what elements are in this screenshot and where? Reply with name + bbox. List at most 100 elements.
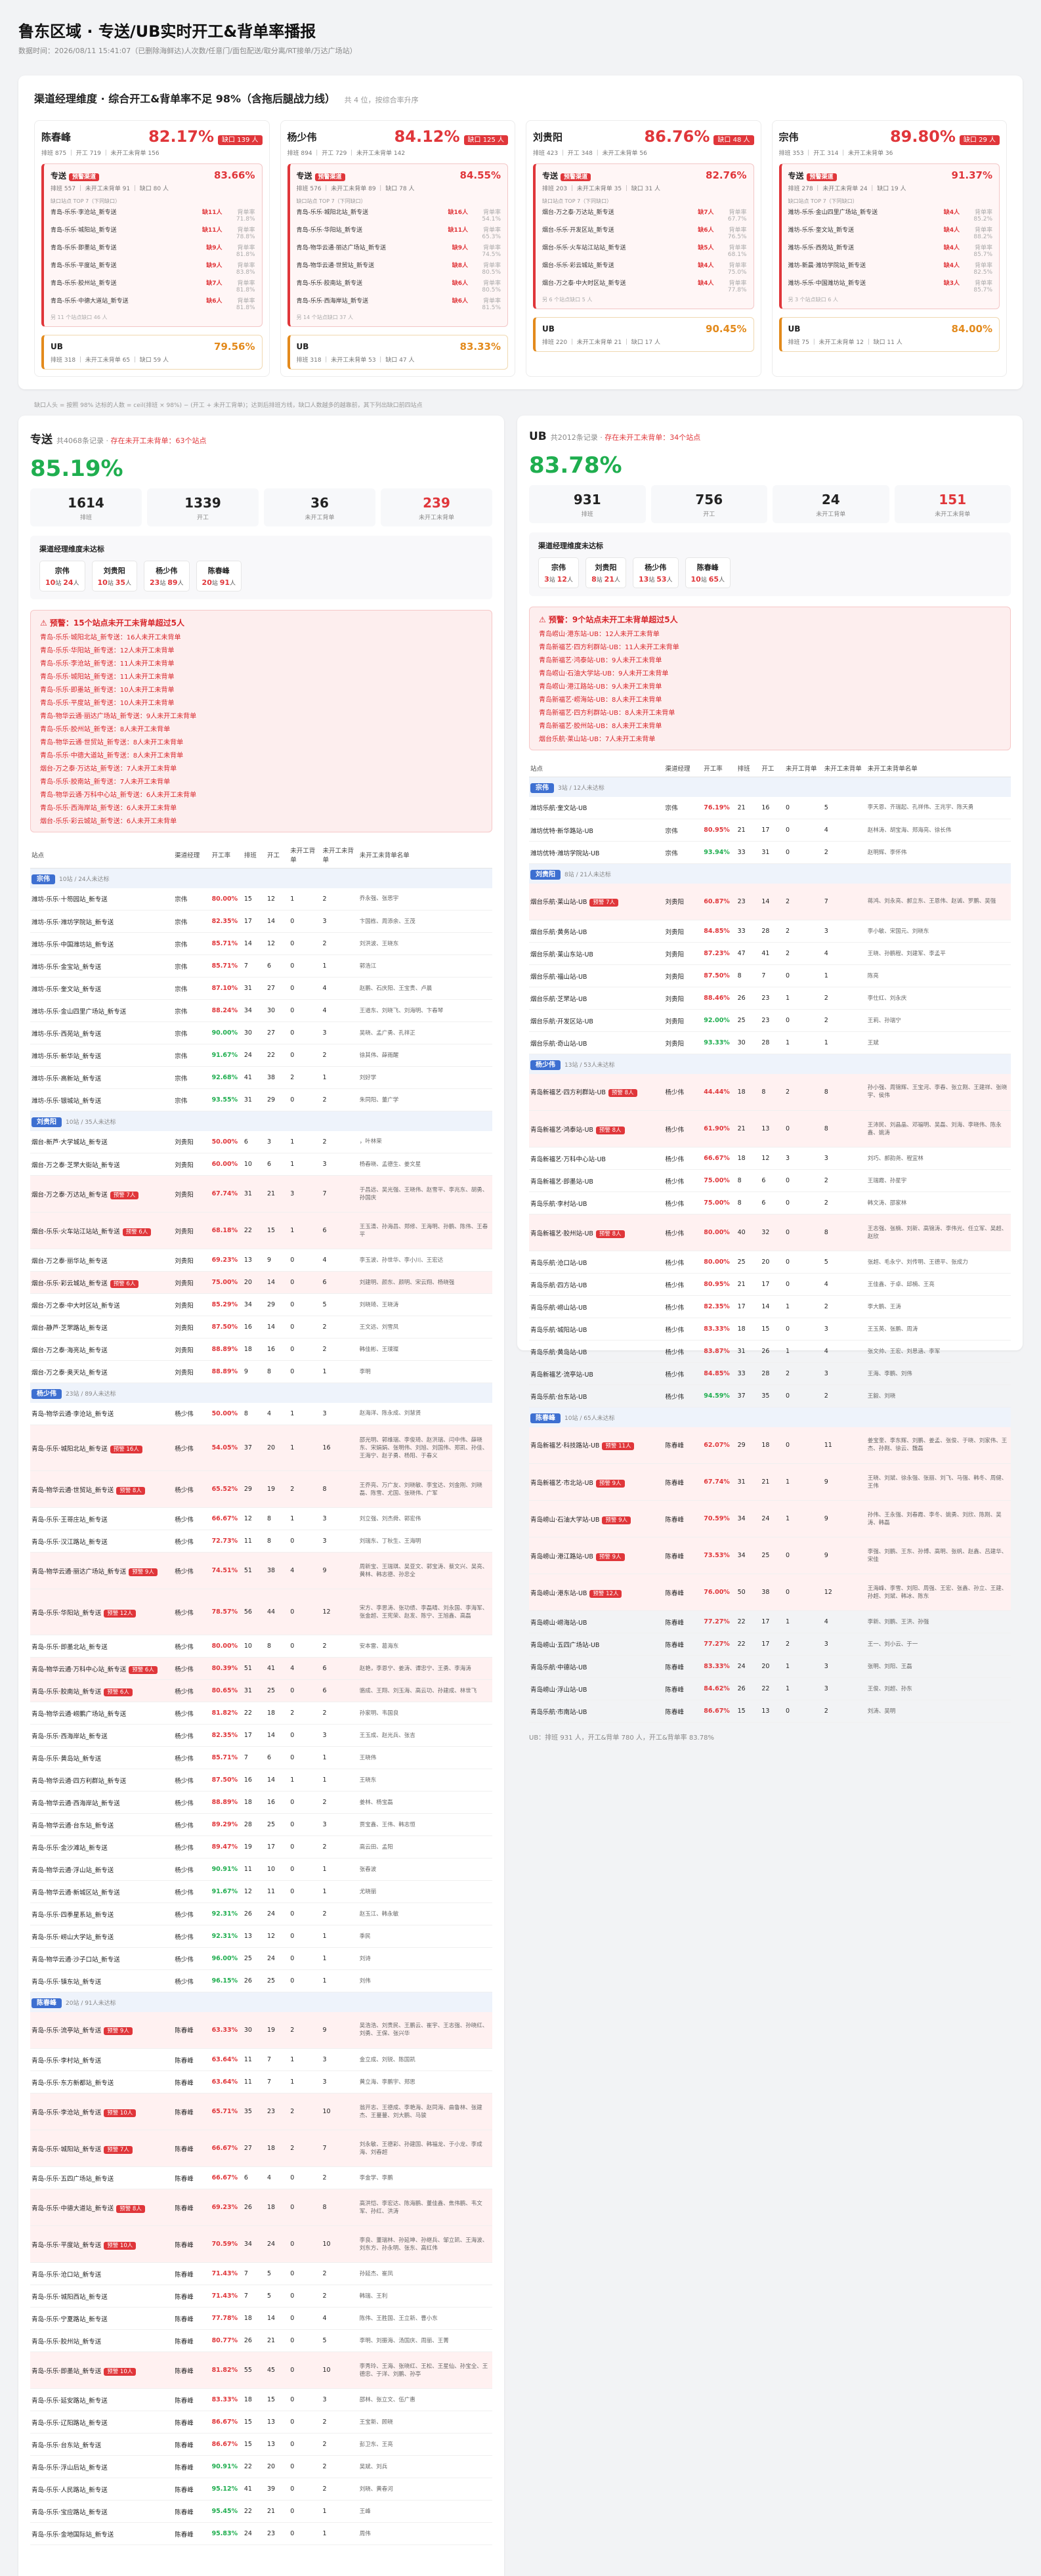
table-row[interactable]: 青岛-乐乐·即墨站_新专送 预警 10人 陈春峰 81.82% 55 45 0 10 李秀玲、王… bbox=[30, 2351, 492, 2389]
table-row[interactable]: 青岛-乐乐·平度站_新专送 预警 10人 陈春峰 70.59% 34 24 0 10 李良、董瑞… bbox=[30, 2225, 492, 2263]
table-row[interactable]: 潍坊-乐乐·十笏园站_新专送 宗伟 80.00% 15 12 1 2 乔永强、张思宇 bbox=[30, 888, 492, 911]
table-row[interactable]: 青岛-乐乐·黄岛站_新专送 杨少伟 85.71% 7 6 0 1 王晓伟 bbox=[30, 1746, 492, 1769]
table-row[interactable]: 潍坊-乐乐·奎文站_新专送 宗伟 87.10% 31 27 0 4 赵鹏、石庆阳、王宝贵、卢晨 bbox=[30, 977, 492, 1000]
table-row[interactable]: 青岛乐航·市南站-UB 陈春峰 86.67% 15 13 0 2 刘涛、吴明 bbox=[529, 1700, 1011, 1723]
table-row[interactable]: 烟台-新芦·大学城站_新专送 刘贵阳 50.00% 6 3 1 2 ，叶林荣 bbox=[30, 1130, 492, 1153]
table-row[interactable]: 青岛-乐乐·辽阳路站_新专送 陈春峰 86.67% 15 13 0 2 王宝新、顾晓 bbox=[30, 2411, 492, 2434]
table-row[interactable]: 青岛-乐乐·城阳西站_新专送 陈春峰 71.43% 7 5 0 2 韩瑞、王利 bbox=[30, 2285, 492, 2308]
table-row[interactable]: 潍坊-乐乐·潍坊学院站_新专送 宗伟 82.35% 17 14 0 3 卞国栋、周添余、王茂 bbox=[30, 910, 492, 933]
table-row[interactable]: 烟台-万之泰·海亮站_新专送 刘贵阳 88.89% 18 16 0 2 韩佳彬、王璞璨 bbox=[30, 1338, 492, 1361]
table-row[interactable]: 青岛-乐乐·李沧站_新专送 预警 10人 陈春峰 65.71% 35 23 2 10 翁开志、王… bbox=[30, 2093, 492, 2130]
manager-chip[interactable]: 陈春峰 20站 91人 bbox=[196, 561, 242, 591]
table-row[interactable]: 青岛-物华云通·浮山站_新专送 杨少伟 90.91% 11 10 0 1 张春波 bbox=[30, 1858, 492, 1881]
table-row[interactable]: 潍坊优特·潍坊学院站-UB 宗伟 93.94% 33 31 0 2 赵明辉、李怀伟 bbox=[529, 841, 1011, 864]
table-row[interactable]: 烟台乐航·福山站-UB 刘贵阳 87.50% 8 7 0 1 陈亮 bbox=[529, 964, 1011, 987]
table-row[interactable]: 青岛-乐乐·金沙滩站_新专送 杨少伟 89.47% 19 17 0 2 高云田、孟阳 bbox=[30, 1835, 492, 1858]
table-row[interactable]: 烟台-静芦·芝罘路站_新专送 刘贵阳 87.50% 16 14 0 2 王文远、刘雪凤 bbox=[30, 1316, 492, 1339]
table-row[interactable]: 青岛乐航·李村站-UB 杨少伟 75.00% 8 6 0 2 韩文涛、邵家林 bbox=[529, 1191, 1011, 1214]
table-row[interactable]: 青岛-物华云通·世贸站_新专送 预警 8人 杨少伟 65.52% 29 19 2 8 王乔亮、万… bbox=[30, 1470, 492, 1508]
table-row[interactable]: 青岛-乐乐·浮山后站_新专送 陈春峰 90.91% 22 20 0 2 吴斌、刘兵 bbox=[30, 2455, 492, 2478]
manager-chip[interactable]: 刘贵阳 10站 35人 bbox=[91, 561, 138, 591]
table-row[interactable]: 青岛-乐乐·宁夏路站_新专送 陈春峰 77.78% 18 14 0 4 陈伟、王胜国、王立新、… bbox=[30, 2307, 492, 2330]
table-row[interactable]: 青岛乐航·崂山站-UB 杨少伟 82.35% 17 14 1 2 李大鹏、王涛 bbox=[529, 1295, 1011, 1318]
table-row[interactable]: 青岛新福艺·即墨站-UB 杨少伟 75.00% 8 6 0 2 王瑞霞、孙星宇 bbox=[529, 1169, 1011, 1192]
table-row[interactable]: 烟台-万之泰·丽华站_新专送 刘贵阳 69.23% 13 9 0 4 李玉波、孙世华、李小川、… bbox=[30, 1249, 492, 1272]
table-row[interactable]: 青岛-物华云通·万科中心站_新专送 预警 6人 杨少伟 80.39% 51 41 4 6 赵艳，… bbox=[30, 1657, 492, 1680]
table-row[interactable]: 青岛-乐乐·胶南站_新专送 预警 6人 杨少伟 80.65% 31 25 0 6 骆成、王翔、刘… bbox=[30, 1679, 492, 1702]
table-row[interactable]: 青岛-乐乐·即墨北站_新专送 杨少伟 80.00% 10 8 0 2 安本雷、葛海东 bbox=[30, 1635, 492, 1658]
table-row[interactable]: 青岛新福艺·四方利群站-UB 预警 8人 杨少伟 44.44% 18 8 2 8 孙小强、周锦辉… bbox=[529, 1073, 1011, 1111]
table-row[interactable]: 青岛-乐乐·汉江路站_新专送 杨少伟 72.73% 11 8 0 3 刘瑞东、丁秋生、王海明 bbox=[30, 1530, 492, 1553]
table-row[interactable]: 青岛崂山·崂海站-UB 陈春峰 77.27% 22 17 1 4 李新、刘鹏、王洪、孙强 bbox=[529, 1610, 1011, 1633]
table-row[interactable]: 烟台-乐乐·火车站江站站_新专送 预警 6人 刘贵阳 68.18% 22 15 1 6 王玉清、… bbox=[30, 1212, 492, 1249]
table-row[interactable]: 青岛-乐乐·台东站_新专送 陈春峰 86.67% 15 13 0 2 彭卫东、王亮 bbox=[30, 2433, 492, 2456]
table-row[interactable]: 青岛-乐乐·王哥庄站_新专送 杨少伟 66.67% 12 8 1 3 刘立强、刘杰舜、郭宏伟 bbox=[30, 1507, 492, 1530]
table-row[interactable]: 烟台乐航·黄务站-UB 刘贵阳 84.85% 33 28 2 3 李小敏、宋国元、刘晓东 bbox=[529, 920, 1011, 943]
table-row[interactable]: 青岛-乐乐·西海岸站_新专送 杨少伟 82.35% 17 14 0 3 王玉成、赵光兵、张吉 bbox=[30, 1724, 492, 1747]
table-row[interactable]: 青岛乐航·城阳站-UB 杨少伟 83.33% 18 15 0 3 王玉英、张鹏、周涛 bbox=[529, 1318, 1011, 1341]
manager-chip[interactable]: 陈春峰 10站 65人 bbox=[685, 557, 731, 588]
table-row[interactable]: 青岛乐航·台东站-UB 杨少伟 94.59% 37 35 0 2 王毅、刘晓 bbox=[529, 1385, 1011, 1407]
table-row[interactable]: 潍坊-乐乐·银城站_新专送 宗伟 93.55% 31 29 0 2 朱同阳、董广学 bbox=[30, 1088, 492, 1111]
table-row[interactable]: 青岛-物华云通·四方利群站_新专送 杨少伟 87.50% 16 14 1 1 王晓东 bbox=[30, 1769, 492, 1792]
table-row[interactable]: 青岛-乐乐·华阳站_新专送 预警 12人 杨少伟 78.57% 56 44 0 12 宋方、李思… bbox=[30, 1589, 492, 1635]
table-row[interactable]: 青岛-物华云通·西海岸站_新专送 杨少伟 88.89% 18 16 0 2 姜林、杨宝磊 bbox=[30, 1791, 492, 1814]
table-row[interactable]: 潍坊-乐乐·金宝站_新专送 宗伟 85.71% 7 6 0 1 郭浩江 bbox=[30, 955, 492, 977]
table-row[interactable]: 青岛-乐乐·沧口站_新专送 陈春峰 71.43% 7 5 0 2 孙延杰、崔凤 bbox=[30, 2262, 492, 2285]
table-row[interactable]: 潍坊-乐乐·西苑站_新专送 宗伟 90.00% 30 27 0 3 吴晓、孟广勇、孔祥正 bbox=[30, 1021, 492, 1044]
table-row[interactable]: 青岛-乐乐·胶州站_新专送 陈春峰 80.77% 26 21 0 5 李明、刘振海、汤国庆、周… bbox=[30, 2329, 492, 2352]
table-row[interactable]: 青岛乐航·中德站-UB 陈春峰 83.33% 24 20 1 3 张明、刘阳、王磊 bbox=[529, 1655, 1011, 1678]
table-row[interactable]: 青岛-乐乐·李村站_新专送 陈春峰 63.64% 11 7 1 3 金立成、刘锐、陈国凯 bbox=[30, 2048, 492, 2071]
table-row[interactable]: 青岛乐航·黄岛站-UB 杨少伟 83.87% 31 26 1 4 张文帅、王宏、刘思涵、李军 bbox=[529, 1340, 1011, 1363]
table-row[interactable]: 青岛新福艺·流亭站-UB 杨少伟 84.85% 33 28 2 3 王海、李鹏、刘伟 bbox=[529, 1362, 1011, 1385]
table-row[interactable]: 青岛-乐乐·四季星系站_新专送 杨少伟 92.31% 26 24 0 2 赵玉江、韩永敏 bbox=[30, 1902, 492, 1925]
table-row[interactable]: 青岛新福艺·胶州站-UB 预警 8人 杨少伟 80.00% 40 32 0 8 王志强、张楠、刘… bbox=[529, 1214, 1011, 1251]
table-row[interactable]: 青岛-乐乐·城阳北站_新专送 预警 16人 杨少伟 54.05% 37 20 1 16 邵光明、… bbox=[30, 1425, 492, 1471]
table-row[interactable]: 青岛-乐乐·人民路站_新专送 陈春峰 95.12% 41 39 0 2 刘晓、黄春河 bbox=[30, 2478, 492, 2501]
table-row[interactable]: 烟台乐航·奇山站-UB 刘贵阳 93.33% 30 28 1 1 王斌 bbox=[529, 1031, 1011, 1054]
table-row[interactable]: 青岛-物华云通·崂鹏广场站_新专送 杨少伟 81.82% 22 18 2 2 孙家明、韦国良 bbox=[30, 1702, 492, 1725]
table-row[interactable]: 青岛崂山·石油大学站-UB 预警 9人 陈春峰 70.59% 34 24 1 9 孙伟、王永强、… bbox=[529, 1500, 1011, 1537]
table-row[interactable]: 青岛-物华云通·丽达广场站_新专送 预警 9人 杨少伟 74.51% 51 38 4 9 周新宝… bbox=[30, 1552, 492, 1589]
table-row[interactable]: 烟台乐航·芝罘站-UB 刘贵阳 88.46% 26 23 1 2 李仕红、刘永庆 bbox=[529, 987, 1011, 1010]
table-row[interactable]: 烟台-乐乐·彩云城站_新专送 预警 6人 刘贵阳 75.00% 20 14 0 6 刘建明、颜东… bbox=[30, 1271, 492, 1294]
manager-chip[interactable]: 宗伟 10站 24人 bbox=[39, 561, 85, 591]
table-row[interactable]: 青岛-乐乐·延安路站_新专送 陈春峰 83.33% 18 15 0 3 邵林、张立文、伍广惠 bbox=[30, 2388, 492, 2411]
table-row[interactable]: 烟台-万之泰·万达站_新专送 预警 7人 刘贵阳 67.74% 31 21 3 7 于昌远、吴光… bbox=[30, 1175, 492, 1213]
table-row[interactable]: 烟台-万之泰·奥天站_新专送 刘贵阳 88.89% 9 8 0 1 李明 bbox=[30, 1360, 492, 1383]
table-row[interactable]: 青岛-乐乐·崂山大学站_新专送 杨少伟 92.31% 13 12 0 1 季民 bbox=[30, 1925, 492, 1948]
table-row[interactable]: 青岛-物华云通·新城区站_新专送 杨少伟 91.67% 12 11 0 1 尤晓丽 bbox=[30, 1880, 492, 1903]
table-row[interactable]: 青岛新福艺·鸿泰站-UB 预警 8人 杨少伟 61.90% 21 13 0 8 王沛民、刘晶晶、… bbox=[529, 1110, 1011, 1148]
table-row[interactable]: 青岛-物华云通·台东站_新专送 杨少伟 89.29% 28 25 0 3 贾宝鑫、王伟、韩志恒 bbox=[30, 1813, 492, 1836]
table-row[interactable]: 青岛-乐乐·五四广场站_新专送 陈春峰 66.67% 6 4 0 2 李金学、李鹏 bbox=[30, 2166, 492, 2189]
table-row[interactable]: 青岛-乐乐·流亭站_新专送 预警 9人 陈春峰 63.33% 30 19 2 9 吴浩浩、刘贵民… bbox=[30, 2011, 492, 2049]
table-row[interactable]: 烟台乐航·开发区站-UB 刘贵阳 92.00% 25 23 0 2 王莉、孙瑞宁 bbox=[529, 1009, 1011, 1032]
table-row[interactable]: 青岛-乐乐·东方新都站_新专送 陈春峰 63.64% 11 7 1 3 黄立海、李鹏宇、郑思 bbox=[30, 2071, 492, 2093]
manager-chip[interactable]: 杨少伟 13站 53人 bbox=[633, 557, 679, 588]
table-row[interactable]: 青岛乐航·四方站-UB 杨少伟 80.95% 21 17 0 4 王佳鑫、于卓、邱楠、王亮 bbox=[529, 1273, 1011, 1296]
table-row[interactable]: 青岛崂山·浮山站-UB 陈春峰 84.62% 26 22 1 3 王俊、刘超、孙东 bbox=[529, 1677, 1011, 1700]
table-row[interactable]: 青岛-物华云通·沙子口站_新专送 杨少伟 96.00% 25 24 0 1 刘诗 bbox=[30, 1947, 492, 1970]
table-row[interactable]: 烟台乐航·莱山东站-UB 刘贵阳 87.23% 47 41 2 4 王晓、孙鹏程、刘建军、李孟… bbox=[529, 942, 1011, 965]
table-row[interactable]: 潍坊-乐乐·新华站_新专送 宗伟 91.67% 24 22 0 2 徐其伟、薛雨醒 bbox=[30, 1044, 492, 1067]
table-row[interactable]: 烟台-万之泰·中大时区站_新专送 刘贵阳 85.29% 34 29 0 5 刘晓琦、王晓涛 bbox=[30, 1293, 492, 1316]
table-row[interactable]: 烟台乐航·莱山站-UB 预警 7人 刘贵阳 60.87% 23 14 2 7 蒋鸿、刘永亮、郝立… bbox=[529, 883, 1011, 920]
table-row[interactable]: 烟台-万之泰·芝罘大街站_新专送 刘贵阳 60.00% 10 6 1 3 杨春晓、孟德生、姜文… bbox=[30, 1153, 492, 1176]
table-row[interactable]: 青岛-乐乐·城阳站_新专送 预警 7人 陈春峰 66.67% 27 18 2 7 刘永敏、王德彩… bbox=[30, 2130, 492, 2167]
table-row[interactable]: 青岛-乐乐·镇东站_新专送 杨少伟 96.15% 26 25 0 1 刘伟 bbox=[30, 1969, 492, 1992]
manager-chip[interactable]: 杨少伟 23站 89人 bbox=[144, 561, 190, 591]
table-row[interactable]: 青岛-乐乐·金地国际站_新专送 陈春峰 95.83% 24 23 0 1 周伟 bbox=[30, 2522, 492, 2545]
manager-chip[interactable]: 宗伟 3站 12人 bbox=[538, 557, 579, 588]
table-row[interactable]: 青岛-物华云通·李沧站_新专送 杨少伟 50.00% 8 4 1 3 赵海洋、陈永成、刘慧贤 bbox=[30, 1402, 492, 1425]
table-row[interactable]: 青岛新福艺·市北站-UB 预警 9人 陈春峰 67.74% 31 21 1 9 王晓、刘斌、徐永… bbox=[529, 1463, 1011, 1501]
table-row[interactable]: 青岛新福艺·万科中心站-UB 杨少伟 66.67% 18 12 3 3 刘巧、郝韵尧、程宜林 bbox=[529, 1147, 1011, 1170]
table-row[interactable]: 潍坊优特·新华路站-UB 宗伟 80.95% 21 17 0 4 赵林涛、胡宝海、郑海亮、徐长… bbox=[529, 819, 1011, 842]
table-row[interactable]: 青岛-乐乐·中德大道站_新专送 预警 8人 陈春峰 69.23% 26 18 0 8 高洪恺、李… bbox=[30, 2189, 492, 2226]
table-row[interactable]: 青岛崂山·港江路站-UB 预警 9人 陈春峰 73.53% 34 25 0 9 李强、刘鹏、王东… bbox=[529, 1537, 1011, 1574]
table-row[interactable]: 青岛新福艺·科技路站-UB 预警 11人 陈春峰 62.07% 29 18 0 11 姜宝奎、李… bbox=[529, 1427, 1011, 1464]
table-row[interactable]: 潍坊乐航·奎文站-UB 宗伟 76.19% 21 16 0 5 李天恩、齐瑞起、孔祥伟、王兆宇… bbox=[529, 796, 1011, 819]
manager-chip[interactable]: 刘贵阳 8站 21人 bbox=[585, 557, 626, 588]
table-row[interactable]: 青岛乐航·沧口站-UB 杨少伟 80.00% 25 20 0 5 张超、毛永宁、刘传明、王德平… bbox=[529, 1251, 1011, 1274]
table-row[interactable]: 潍坊-乐乐·金山四里广场站_新专送 宗伟 88.24% 34 30 0 4 王道东、刘晓飞、刘… bbox=[30, 999, 492, 1022]
table-row[interactable]: 青岛崂山·港东站-UB 预警 12人 陈春峰 76.00% 50 38 0 12 王海峰、李雪、… bbox=[529, 1574, 1011, 1611]
